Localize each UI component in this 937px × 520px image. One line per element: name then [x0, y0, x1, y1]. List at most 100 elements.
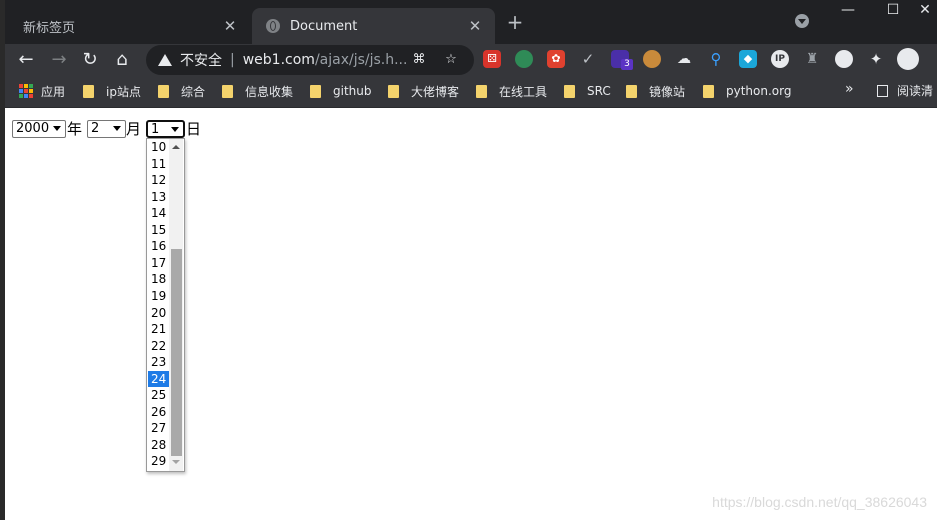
- day-option[interactable]: 27: [148, 420, 168, 437]
- tab-search-icon[interactable]: [795, 14, 809, 28]
- apps-grid-icon: [19, 84, 33, 98]
- folder-icon: [158, 84, 169, 98]
- extension-badge: 3: [621, 59, 633, 70]
- dice-extension-icon[interactable]: ⚄: [483, 50, 501, 68]
- cookie-extension-icon[interactable]: [643, 50, 661, 68]
- spy-extension-icon[interactable]: ♜: [803, 50, 821, 68]
- reload-icon[interactable]: ↻: [79, 49, 101, 71]
- day-option[interactable]: 13: [148, 189, 168, 206]
- check-extension-icon[interactable]: ✓: [579, 50, 597, 68]
- folder-icon: [564, 84, 575, 98]
- day-option[interactable]: 10: [148, 139, 168, 156]
- day-option[interactable]: 26: [148, 404, 168, 421]
- tab-document[interactable]: Document ✕: [252, 8, 495, 44]
- chevron-down-icon: [53, 126, 61, 131]
- month-unit-label: 月: [126, 120, 142, 138]
- day-option[interactable]: 15: [148, 222, 168, 239]
- close-icon[interactable]: ✕: [467, 17, 483, 35]
- scroll-down-arrow-icon[interactable]: [172, 460, 180, 464]
- hackbar-extension-icon[interactable]: 3: [611, 50, 633, 70]
- bookmark-folder[interactable]: ip站点: [83, 82, 141, 100]
- red-extension-icon[interactable]: ✿: [547, 50, 565, 68]
- earth-extension-icon[interactable]: [515, 50, 533, 68]
- more-bookmarks-chevron-icon[interactable]: »: [845, 81, 854, 97]
- year-unit-label: 年: [67, 120, 83, 138]
- day-option[interactable]: 23: [148, 354, 168, 371]
- bookmark-folder[interactable]: 镜像站: [626, 82, 685, 100]
- url-host: web1.com: [242, 52, 315, 68]
- bookmark-folder[interactable]: 在线工具: [476, 82, 547, 100]
- page-content: 2000 年 2 月 1 日 10 11 12 13 14 15 16 17 18 19 20 21 2…: [5, 108, 937, 520]
- bookmark-label: 信息收集: [245, 84, 294, 99]
- folder-icon: [476, 84, 487, 98]
- cloud-extension-icon[interactable]: ☁: [675, 50, 693, 68]
- close-icon[interactable]: ✕: [222, 17, 238, 35]
- tab-title: Document: [290, 18, 358, 34]
- day-option[interactable]: 25: [148, 387, 168, 404]
- bookmark-star-icon[interactable]: ☆: [443, 52, 459, 68]
- month-select-value: 2: [91, 121, 100, 136]
- bookmark-label: SRC: [587, 84, 611, 98]
- scrollbar-thumb[interactable]: [171, 249, 182, 456]
- url-path: /ajax/js/js.h...: [314, 52, 408, 68]
- circle-extension-icon[interactable]: [835, 50, 853, 68]
- ip-extension-icon[interactable]: IP: [771, 50, 789, 68]
- bookmark-folder[interactable]: 综合: [158, 82, 205, 100]
- day-select-value: 1: [151, 122, 160, 137]
- day-option[interactable]: 14: [148, 205, 168, 222]
- folder-icon: [310, 84, 321, 98]
- day-option[interactable]: 18: [148, 271, 168, 288]
- day-option[interactable]: 28: [148, 437, 168, 454]
- day-select[interactable]: 1: [146, 120, 185, 138]
- chevron-down-icon: [171, 127, 179, 132]
- profile-avatar[interactable]: [897, 48, 919, 70]
- bookmark-label: github: [333, 84, 372, 98]
- month-select[interactable]: 2: [87, 120, 126, 138]
- tab-new-tab[interactable]: 新标签页 ✕: [5, 8, 250, 44]
- home-icon[interactable]: ⌂: [111, 49, 133, 71]
- day-option[interactable]: 11: [148, 156, 168, 173]
- day-option[interactable]: 19: [148, 288, 168, 305]
- bookmark-folder[interactable]: github: [310, 82, 371, 100]
- scroll-up-arrow-icon[interactable]: [172, 145, 180, 149]
- bookmark-folder[interactable]: 信息收集: [222, 82, 293, 100]
- day-option[interactable]: 20: [148, 305, 168, 322]
- bookmark-label: 镜像站: [649, 84, 686, 99]
- bookmark-folder[interactable]: SRC: [564, 82, 611, 100]
- bookmark-apps[interactable]: 应用: [19, 82, 65, 100]
- bookmark-label: 综合: [181, 84, 206, 99]
- day-option[interactable]: 21: [148, 321, 168, 338]
- new-tab-button[interactable]: +: [505, 12, 525, 32]
- day-option[interactable]: 17: [148, 255, 168, 272]
- maximize-button[interactable]: ☐: [878, 2, 908, 18]
- back-arrow-icon[interactable]: ←: [15, 49, 37, 71]
- window-close-button[interactable]: ✕: [910, 2, 937, 18]
- day-option[interactable]: 29: [148, 453, 168, 470]
- day-dropdown-list[interactable]: 10 11 12 13 14 15 16 17 18 19 20 21 22 23 24 25 26 27 28 29: [146, 138, 185, 472]
- browser-toolbar: ← → ↻ ⌂ 不安全 | web1.com/ajax/js/js.h... ⌘…: [5, 44, 937, 76]
- dropdown-scrollbar[interactable]: [169, 139, 183, 471]
- bookmark-folder[interactable]: python.org: [703, 82, 791, 100]
- day-option[interactable]: 16: [148, 238, 168, 255]
- bookmark-label: ip站点: [106, 84, 141, 99]
- day-option[interactable]: 22: [148, 338, 168, 355]
- forward-arrow-icon[interactable]: →: [48, 49, 70, 71]
- year-select[interactable]: 2000: [12, 120, 66, 138]
- folder-icon: [83, 84, 94, 98]
- reading-list-button[interactable]: 阅读清: [877, 82, 933, 99]
- year-select-value: 2000: [16, 121, 50, 136]
- warning-icon: [158, 54, 172, 66]
- bookmark-folder[interactable]: 大佬博客: [388, 82, 459, 100]
- translate-icon[interactable]: ⌘: [411, 52, 427, 68]
- puzzle-extensions-icon[interactable]: ✦: [867, 50, 885, 68]
- minimize-button[interactable]: —: [833, 2, 863, 18]
- wappalyzer-extension-icon[interactable]: ◆: [739, 50, 757, 68]
- folder-icon: [703, 84, 714, 98]
- reading-list-icon: [877, 84, 888, 97]
- globe-icon: [266, 19, 280, 33]
- folder-icon: [626, 84, 637, 98]
- pin-extension-icon[interactable]: ⚲: [707, 50, 725, 68]
- day-option[interactable]: 24: [148, 370, 169, 388]
- day-option[interactable]: 12: [148, 172, 168, 189]
- bookmarks-bar: 应用 ip站点 综合 信息收集 github 大佬博客 在线工具 SRC 镜像站…: [5, 76, 937, 108]
